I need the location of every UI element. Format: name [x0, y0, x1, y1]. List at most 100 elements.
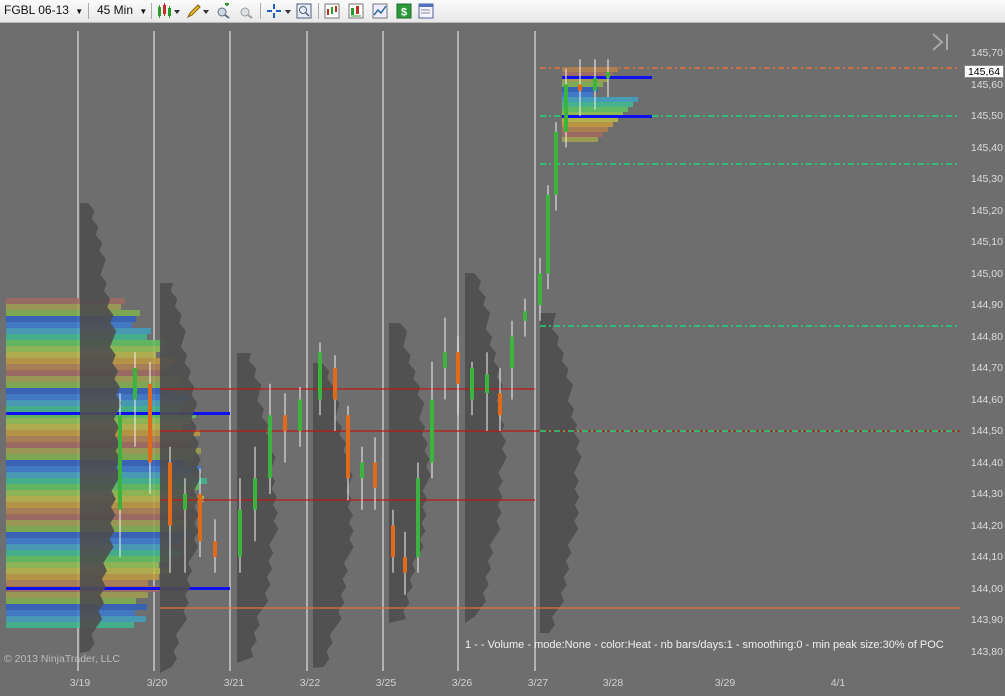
date-tick-label: 3/25 [375, 677, 397, 689]
scroll-to-end-icon[interactable] [930, 31, 952, 53]
volume-profile-bar [6, 334, 147, 340]
candle-body [430, 399, 434, 463]
candle-body [593, 78, 597, 91]
volume-profile-bar [6, 598, 136, 604]
volume-profile-bar [562, 132, 603, 137]
date-tick-label: 3/29 [714, 677, 736, 689]
price-tick-label: 144,70 [970, 362, 1003, 374]
zoom-out-icon[interactable] [238, 3, 254, 19]
volume-profile-bar [6, 316, 136, 322]
price-tick-label: 144,50 [970, 425, 1003, 437]
chart-trader-icon[interactable] [372, 3, 388, 19]
price-tick-label: 144,60 [970, 393, 1003, 406]
candle-body [373, 462, 377, 488]
volume-profile-bar [562, 137, 598, 142]
session-volume-histogram [540, 313, 582, 633]
candle-body [238, 509, 242, 557]
instrument-label: FGBL 06-13 [4, 3, 69, 17]
chart-panel[interactable]: 145,70 145,60 145,50 145,40 145,30 145,20 145,… [0, 23, 1005, 696]
candle-body [403, 557, 407, 573]
price-tick-label: 144,80 [970, 330, 1003, 343]
drawing-pencil-icon[interactable] [186, 3, 210, 19]
candle-body [346, 415, 350, 479]
chart-toolbar: FGBL 06-13 ▼ 45 Min ▼ $ [0, 0, 1005, 23]
volume-profile-bar [6, 328, 151, 334]
data-box-icon[interactable] [296, 3, 312, 19]
toolbar-separator [88, 3, 89, 19]
strategies-icon[interactable] [348, 3, 364, 19]
bar-type-icon[interactable] [157, 3, 181, 19]
candle-body [578, 84, 582, 91]
session-volume-histogram [465, 273, 507, 623]
price-tick-label: 145,40 [970, 141, 1003, 154]
volume-profile-bar [6, 580, 148, 586]
candle-body [198, 494, 202, 542]
chevron-down-icon: ▼ [75, 7, 84, 16]
price-tick-label: 144,40 [970, 456, 1003, 469]
date-tick-label: 3/22 [299, 677, 321, 689]
candle-body [318, 352, 322, 400]
price-tick-label: 144,90 [970, 299, 1003, 311]
price-tick-label: 144,30 [970, 488, 1003, 500]
properties-icon[interactable] [418, 3, 434, 19]
indicators-icon[interactable] [324, 3, 340, 19]
candle-body [360, 462, 364, 479]
zoom-in-icon[interactable] [215, 3, 231, 19]
candle-body [268, 415, 272, 479]
candle-body [253, 478, 257, 510]
crosshair-icon[interactable] [266, 3, 292, 19]
current-price-tag: 145,64 [964, 65, 1004, 78]
session-volume-histogram [389, 323, 431, 623]
toolbar-separator [318, 3, 319, 19]
price-tick-label: 145,60 [970, 78, 1003, 91]
interval-selector[interactable]: 45 Min ▼ [97, 0, 147, 22]
candle-body [168, 462, 172, 526]
chevron-down-icon: ▼ [139, 7, 148, 16]
price-tick-label: 144,20 [970, 519, 1003, 532]
candle-body [213, 541, 217, 557]
volume-profile-bar [562, 102, 633, 107]
candle-body [333, 368, 337, 400]
session-volume-histogram [160, 283, 202, 673]
date-tick-label: 3/21 [223, 677, 245, 689]
price-tick-label: 145,00 [970, 267, 1003, 280]
candle-body [554, 131, 558, 195]
poc-line [6, 587, 230, 590]
price-axis[interactable]: 145,70 145,60 145,50 145,40 145,30 145,20 145,… [960, 23, 1005, 696]
price-tick-label: 145,50 [970, 110, 1003, 122]
volume-profile-bar [6, 310, 140, 316]
candle-body [456, 352, 460, 384]
candle-body [183, 494, 187, 510]
date-tick-label: 3/20 [146, 677, 168, 689]
candle-body [606, 71, 610, 79]
indicator-legend: 1 - - Volume - mode:None - color:Heat - … [465, 639, 944, 651]
candle-body [485, 374, 489, 394]
copyright-text: © 2013 NinjaTrader, LLC [4, 653, 120, 665]
candle-body [391, 525, 395, 557]
interval-label: 45 Min [97, 3, 134, 17]
candle-body [546, 194, 550, 274]
candle-body [283, 415, 287, 431]
date-tick-label: 3/19 [69, 677, 91, 689]
volume-profile-bar [6, 610, 135, 616]
volume-profile-bar [6, 604, 147, 610]
svg-text:$: $ [401, 7, 407, 19]
price-tick-label: 145,30 [970, 173, 1003, 185]
candle-body [564, 84, 568, 132]
candle-body [498, 393, 502, 416]
date-tick-label: 3/26 [451, 677, 473, 689]
candle-body [510, 336, 514, 368]
session-volume-histogram [237, 353, 279, 663]
candle-body [538, 273, 542, 305]
candle-body [298, 399, 302, 431]
volume-profile-bar [6, 616, 146, 622]
instrument-selector[interactable]: FGBL 06-13 ▼ [4, 0, 83, 22]
price-chart[interactable] [0, 23, 1005, 696]
volume-profile-bar [562, 67, 618, 72]
date-tick-label: 3/27 [527, 677, 549, 689]
dollar-icon[interactable]: $ [396, 3, 412, 19]
toolbar-separator [151, 3, 152, 19]
volume-profile-bar [6, 622, 134, 628]
price-tick-label: 145,70 [970, 47, 1003, 59]
candle-body [133, 368, 137, 400]
